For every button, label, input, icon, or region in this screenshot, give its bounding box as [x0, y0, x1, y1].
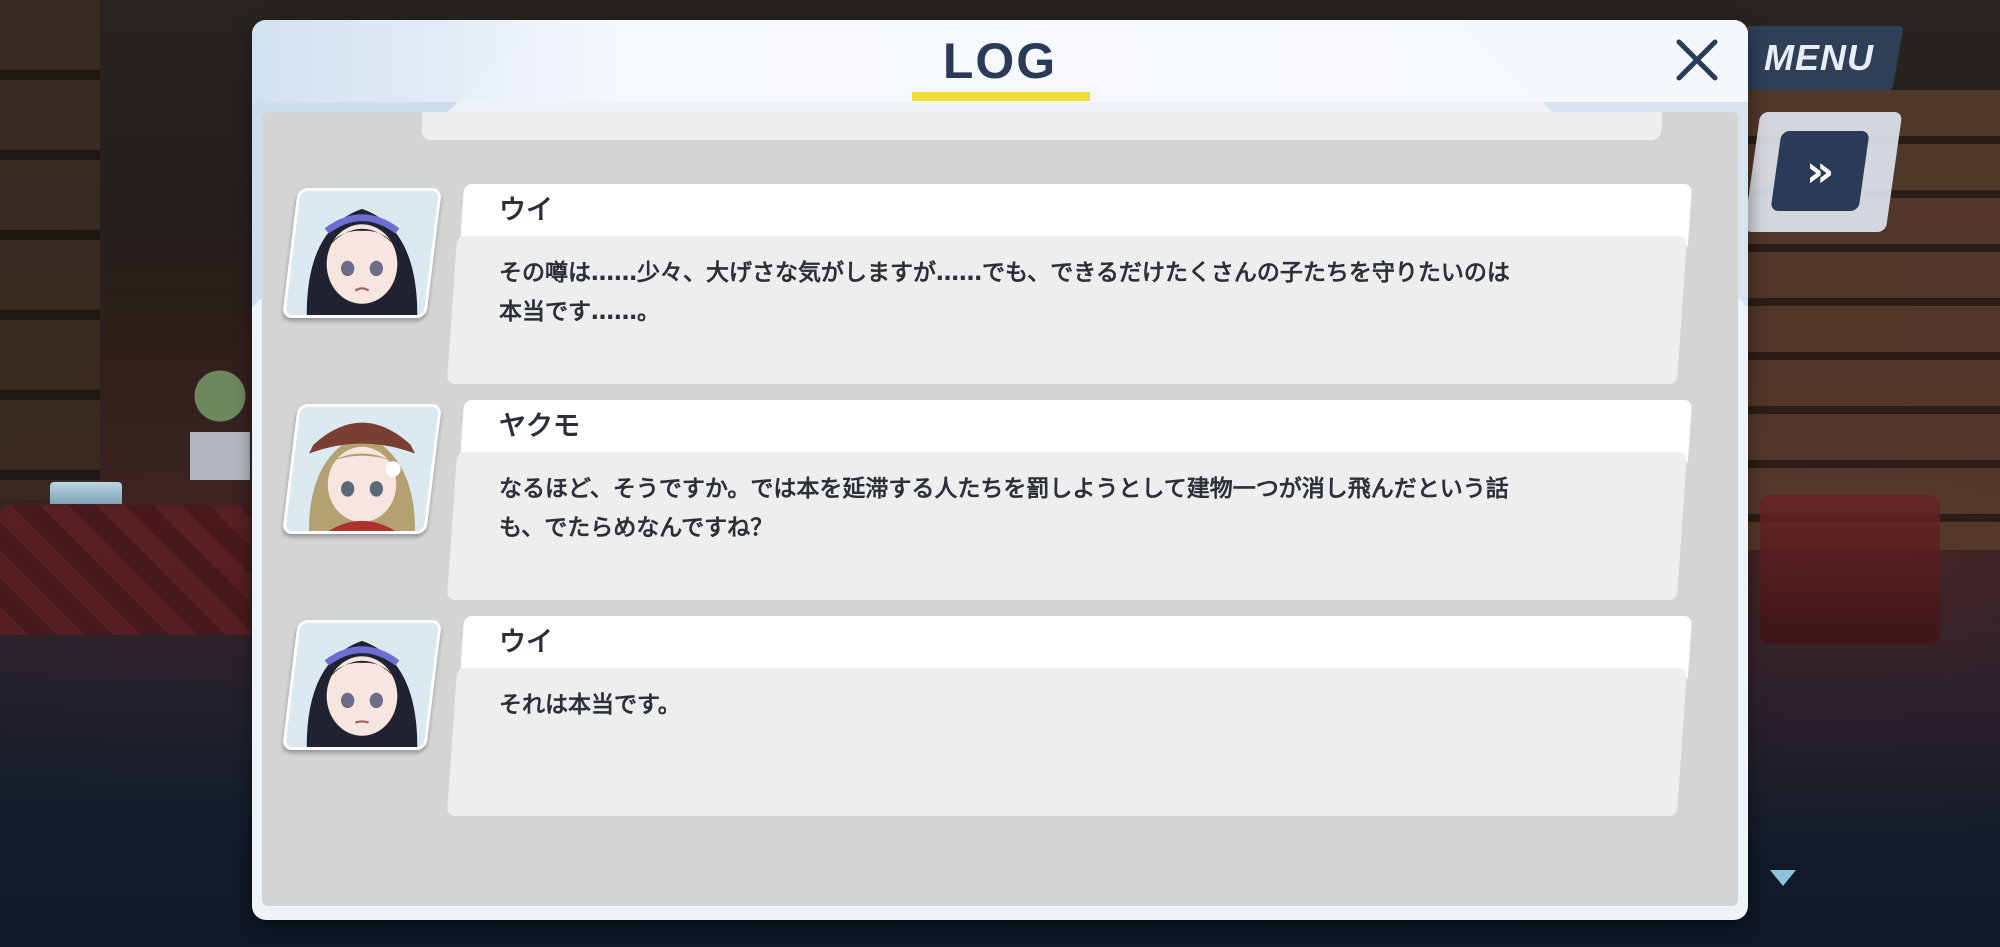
message-text: その噂は……少々、大げさな気がしますが……でも、できるだけたくさんの子たちを守り…: [499, 260, 1510, 325]
log-entry: ウイ それは本当です。: [262, 616, 1738, 816]
log-title: LOG: [942, 33, 1058, 89]
close-button[interactable]: [1667, 30, 1727, 90]
bookshelf-left: [0, 0, 100, 500]
message-text: なるほど、そうですか。では本を延滞する人たちを罰しようとして建物一つが消し飛んだ…: [499, 476, 1509, 541]
lamp: [50, 482, 122, 504]
log-entry: ヤクモ なるほど、そうですか。では本を延滞する人たちを罰しようとして建物一つが消…: [262, 400, 1738, 600]
menu-button-label: MENU: [1764, 37, 1874, 78]
message-text: それは本当です。: [499, 692, 681, 718]
speaker-name: ウイ: [499, 627, 553, 658]
sofa-left: [0, 505, 250, 635]
plant-pot: [190, 360, 250, 480]
ui-portrait-icon: [282, 188, 442, 318]
close-icon: [1676, 39, 1718, 81]
menu-button[interactable]: MENU: [1734, 26, 1904, 90]
speaker-name: ヤクモ: [499, 411, 580, 442]
title-underline: [912, 92, 1090, 101]
log-modal: LOG ウイ その噂は……少々、大げさな気がしますが……でも、できるだけたくさん…: [252, 20, 1748, 920]
ui-portrait-icon: [282, 620, 442, 750]
fast-forward-icon: »: [1805, 145, 1835, 197]
next-indicator-icon: [1770, 870, 1796, 886]
chair-right: [1760, 495, 1940, 645]
log-list[interactable]: ウイ その噂は……少々、大げさな気がしますが……でも、できるだけたくさんの子たち…: [262, 112, 1738, 906]
fast-forward-button[interactable]: »: [1770, 131, 1870, 211]
speaker-name: ウイ: [499, 195, 553, 226]
previous-entry-bubble: [421, 112, 1663, 140]
yakumo-portrait-icon: [282, 404, 442, 534]
log-entry: ウイ その噂は……少々、大げさな気がしますが……でも、できるだけたくさんの子たち…: [262, 184, 1738, 384]
